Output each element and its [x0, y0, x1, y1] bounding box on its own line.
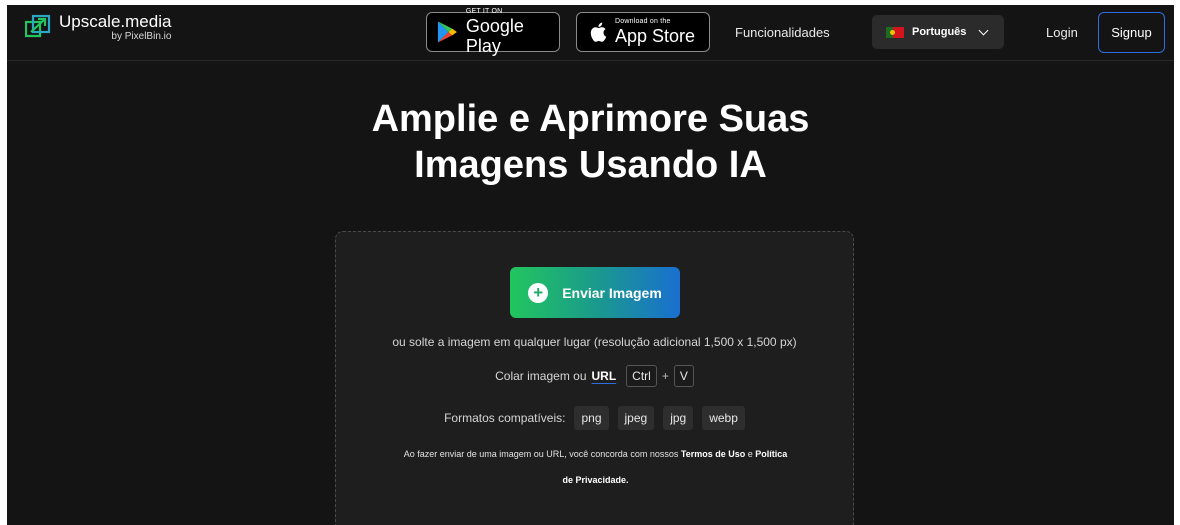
- google-play-icon: [437, 21, 457, 43]
- app-store-text: App Store: [615, 26, 696, 46]
- terms-and: e: [747, 449, 753, 459]
- format-badge: jpg: [663, 406, 694, 430]
- app-window: Upscale.media by PixelBin.io GET IT ON G…: [7, 5, 1174, 525]
- paste-row: Colar imagem ou URL Ctrl + V: [336, 365, 853, 387]
- key-plus: +: [661, 369, 669, 383]
- top-nav: Upscale.media by PixelBin.io GET IT ON G…: [7, 5, 1174, 61]
- upload-image-button[interactable]: + Enviar Imagem: [510, 267, 680, 318]
- drop-hint: ou solte a imagem em qualquer lugar (res…: [392, 335, 797, 349]
- app-store-small-text: Download on the: [615, 18, 671, 25]
- privacy-policy-link-part2[interactable]: de Privacidade.: [562, 475, 628, 485]
- page-title: Amplie e Aprimore Suas Imagens Usando IA: [7, 96, 1174, 188]
- login-link[interactable]: Login: [1046, 25, 1078, 40]
- format-badge: webp: [702, 406, 745, 430]
- terms-of-use-link[interactable]: Termos de Uso: [681, 449, 745, 459]
- chevron-down-icon: [978, 25, 989, 35]
- format-badge: jpeg: [617, 406, 655, 430]
- upload-button-label: Enviar Imagem: [562, 284, 662, 301]
- signup-button[interactable]: Signup: [1098, 12, 1165, 53]
- privacy-policy-link-part1[interactable]: Política: [755, 449, 787, 459]
- portugal-flag-icon: [886, 26, 904, 38]
- upscale-logo-icon: [24, 14, 51, 40]
- terms-notice: Ao fazer enviar de uma imagem ou URL, vo…: [366, 441, 825, 493]
- language-label: Português: [912, 26, 967, 38]
- google-play-text: Google Play: [465, 16, 524, 56]
- format-badge: png: [574, 406, 609, 430]
- paste-label: Colar imagem ou: [495, 369, 587, 383]
- page-title-line-1: Amplie e Aprimore Suas: [371, 98, 810, 140]
- logo[interactable]: Upscale.media by PixelBin.io: [24, 12, 172, 52]
- apple-icon: [590, 22, 607, 42]
- formats-row: Formatos compatíveis: png jpeg jpg webp: [336, 406, 853, 430]
- nav-features-link[interactable]: Funcionalidades: [735, 25, 830, 40]
- plus-icon: +: [528, 282, 549, 303]
- ctrl-key: Ctrl: [626, 365, 657, 387]
- logo-subtitle: by PixelBin.io: [111, 31, 172, 42]
- google-play-button[interactable]: GET IT ON Google Play: [426, 8, 560, 56]
- upload-dropzone[interactable]: + Enviar Imagem ou solte a imagem em qua…: [335, 231, 854, 525]
- app-store-button[interactable]: Download on the App Store: [576, 12, 710, 52]
- language-selector[interactable]: Português: [872, 15, 1004, 49]
- page-title-line-2: Imagens Usando IA: [414, 144, 767, 186]
- logo-title: Upscale.media: [59, 12, 172, 31]
- google-play-small-text: GET IT ON: [465, 8, 503, 15]
- formats-label: Formatos compatíveis:: [444, 411, 566, 425]
- v-key: V: [673, 365, 694, 387]
- url-link[interactable]: URL: [592, 369, 617, 383]
- terms-text: Ao fazer enviar de uma imagem ou URL, vo…: [403, 449, 679, 459]
